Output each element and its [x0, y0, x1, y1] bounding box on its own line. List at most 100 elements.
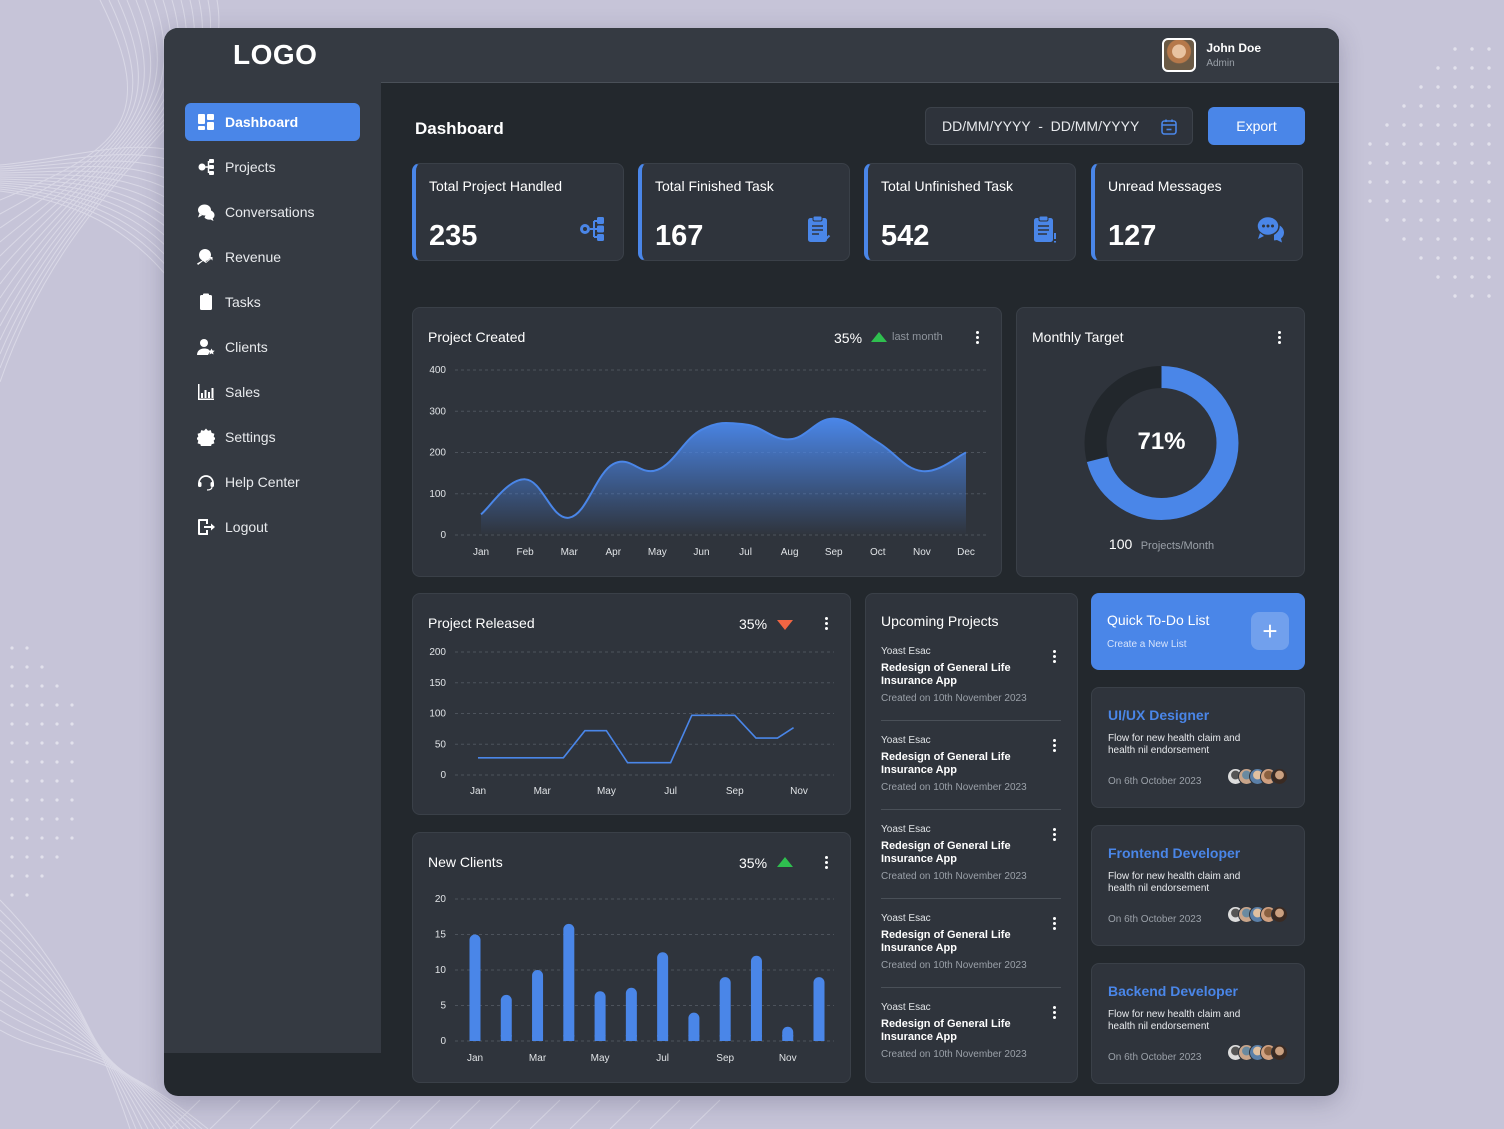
dot — [1385, 218, 1389, 222]
add-list-button[interactable]: + — [1251, 612, 1289, 650]
sidebar-item-logout[interactable]: Logout — [185, 508, 360, 546]
job-card[interactable]: UI/UX Designer Flow for new health claim… — [1091, 687, 1305, 808]
sidebar-item-revenue[interactable]: Revenue — [185, 238, 360, 276]
more-options-icon[interactable] — [1051, 1006, 1057, 1022]
more-options-icon[interactable] — [1051, 650, 1057, 666]
more-options-icon[interactable] — [1051, 739, 1057, 755]
project-created-chart: 0 100 200 300 400 Jan Feb Mar Apr May Jun Jul Aug Sep… — [429, 365, 988, 558]
upcoming-project-item[interactable]: Yoast Esac Redesign of General Life Insu… — [881, 1002, 1061, 1060]
dot — [1368, 180, 1372, 184]
settings-icon — [197, 428, 215, 446]
dot — [40, 722, 44, 726]
dot — [25, 646, 29, 650]
logout-icon — [197, 518, 215, 536]
dot — [1419, 256, 1423, 260]
avatar[interactable] — [1162, 38, 1197, 72]
x-tick-label: Sep — [726, 786, 744, 797]
bar-apr[interactable] — [563, 923, 575, 1041]
dot — [1470, 237, 1474, 241]
more-options-icon[interactable] — [823, 856, 829, 872]
card-title: Project Created — [428, 329, 526, 345]
wave-line — [0, 0, 128, 201]
dot — [1436, 66, 1440, 70]
sidebar-item-sales[interactable]: Sales — [185, 373, 360, 411]
calendar-icon[interactable] — [1160, 118, 1178, 136]
bar-sep[interactable] — [719, 977, 731, 1041]
sidebar-item-settings[interactable]: Settings — [185, 418, 360, 456]
sidebar-item-projects[interactable]: Projects — [185, 148, 360, 186]
x-tick-label: Nov — [913, 547, 931, 558]
sidebar-item-tasks[interactable]: Tasks — [185, 283, 360, 321]
stat-card-finished[interactable]: Total Finished Task 167 — [638, 163, 850, 261]
date-range-picker[interactable]: DD/MM/YYYY - DD/MM/YYYY — [925, 107, 1193, 145]
upcoming-project-item[interactable]: Yoast Esac Redesign of General Life Insu… — [881, 824, 1061, 882]
trend-up-icon — [777, 857, 793, 867]
stat-label: Total Finished Task — [655, 178, 774, 194]
bar-oct[interactable] — [750, 955, 762, 1041]
job-card[interactable]: Frontend Developer Flow for new health c… — [1091, 825, 1305, 946]
y-tick-label: 5 — [440, 1001, 446, 1012]
job-card[interactable]: Backend Developer Flow for new health cl… — [1091, 963, 1305, 1084]
dot — [1436, 142, 1440, 146]
dot — [55, 798, 59, 802]
bar-may[interactable] — [594, 991, 606, 1041]
wave-line — [329, 1099, 361, 1129]
bar-mar[interactable] — [532, 970, 544, 1041]
dot — [1470, 161, 1474, 165]
clipboard-check-icon — [808, 215, 831, 242]
bar-jul[interactable] — [657, 952, 669, 1041]
wave-line — [0, 0, 180, 313]
wave-line — [0, 949, 161, 1129]
wave-line — [0, 160, 171, 171]
more-options-icon[interactable] — [1051, 828, 1057, 844]
more-options-icon[interactable] — [1276, 331, 1282, 347]
revenue-icon — [197, 248, 215, 266]
target-unit: Projects/Month — [1140, 540, 1215, 552]
dot — [25, 817, 29, 821]
wave-line — [0, 919, 143, 1129]
sidebar-item-dashboard[interactable]: Dashboard — [185, 103, 360, 141]
sidebar-item-help-center[interactable]: Help Center — [185, 463, 360, 501]
x-tick-label: May — [591, 1053, 610, 1064]
dot — [1487, 66, 1491, 70]
dot — [1470, 66, 1474, 70]
upcoming-project-item[interactable]: Yoast Esac Redesign of General Life Insu… — [881, 646, 1061, 704]
wave-line — [0, 170, 171, 191]
dot — [1419, 123, 1423, 127]
dot — [1402, 180, 1406, 184]
trend-up-icon — [871, 332, 887, 342]
bar-dec[interactable] — [813, 977, 825, 1041]
dot — [1470, 294, 1474, 298]
upcoming-project-item[interactable]: Yoast Esac Redesign of General Life Insu… — [881, 913, 1061, 971]
stat-card-projects[interactable]: Total Project Handled 235 — [412, 163, 624, 261]
dot — [25, 893, 29, 897]
wave-line — [0, 899, 131, 1129]
logo[interactable]: LOGO — [233, 39, 317, 71]
more-options-icon[interactable] — [974, 331, 980, 347]
dot — [10, 646, 14, 650]
export-button[interactable]: Export — [1208, 107, 1305, 145]
project-title: Redesign of General Life Insurance App — [881, 751, 1011, 776]
quick-todo-card[interactable]: Quick To-Do List Create a New List + — [1091, 593, 1305, 670]
upcoming-project-item[interactable]: Yoast Esac Redesign of General Life Insu… — [881, 735, 1061, 793]
bar-base — [657, 1035, 669, 1041]
bar-jun[interactable] — [625, 987, 637, 1041]
stat-card-unfinished[interactable]: Total Unfinished Task 542 — [864, 163, 1076, 261]
sidebar-item-conversations[interactable]: Conversations — [185, 193, 360, 231]
dot — [25, 836, 29, 840]
more-options-icon[interactable] — [1051, 917, 1057, 933]
sidebar-item-clients[interactable]: Clients — [185, 328, 360, 366]
y-tick-label: 0 — [440, 770, 446, 781]
dot — [55, 741, 59, 745]
dot — [40, 741, 44, 745]
user-profile[interactable]: John Doe Admin — [1162, 38, 1261, 72]
bar-feb[interactable] — [500, 994, 512, 1041]
x-tick-label: Mar — [529, 1053, 547, 1064]
bar-jan[interactable] — [469, 934, 481, 1042]
project-released-chart: 0 50 100 150 200 Jan Mar May Jul Sep Nov — [429, 647, 834, 797]
project-title: Redesign of General Life Insurance App — [881, 662, 1011, 687]
stat-card-messages[interactable]: Unread Messages 127 — [1091, 163, 1303, 261]
more-options-icon[interactable] — [823, 617, 829, 633]
avatar — [1271, 768, 1288, 785]
dot — [1436, 180, 1440, 184]
